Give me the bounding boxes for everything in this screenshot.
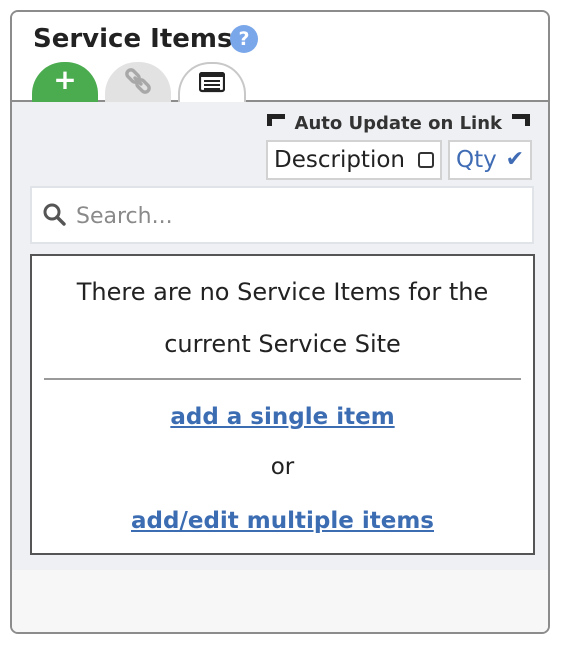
description-label: Description bbox=[274, 147, 405, 173]
empty-state-message: There are no Service Items for the curre… bbox=[76, 278, 489, 358]
add-single-item-link[interactable]: add a single item bbox=[32, 404, 533, 430]
search-box bbox=[30, 186, 534, 244]
qty-label: Qty bbox=[456, 147, 497, 173]
page-title: Service Items bbox=[33, 24, 233, 54]
tab-link[interactable] bbox=[105, 62, 171, 102]
panel-footer bbox=[12, 570, 548, 632]
checkmark-icon[interactable]: ✔ bbox=[506, 142, 524, 178]
auto-update-label: Auto Update on Link bbox=[266, 113, 530, 134]
link-icon bbox=[125, 68, 151, 94]
tab-list[interactable] bbox=[178, 62, 246, 102]
or-text: or bbox=[270, 454, 295, 480]
empty-state-box: There are no Service Items for the curre… bbox=[30, 254, 535, 555]
tab-add[interactable]: + bbox=[32, 62, 98, 102]
add-edit-multiple-items-link[interactable]: add/edit multiple items bbox=[32, 508, 533, 534]
panel-body: Auto Update on Link Description Qty ✔ Th… bbox=[12, 102, 548, 570]
list-icon bbox=[198, 71, 226, 93]
description-toggle[interactable]: Description bbox=[266, 140, 442, 180]
auto-update-text: Auto Update on Link bbox=[294, 113, 502, 134]
help-icon[interactable]: ? bbox=[230, 25, 258, 53]
panel-header: Service Items ? + bbox=[12, 12, 548, 102]
bracket-right-icon bbox=[512, 114, 530, 126]
service-items-panel: Service Items ? + Auto Update on Link De… bbox=[10, 10, 550, 634]
search-icon bbox=[43, 203, 66, 226]
bracket-left-icon bbox=[266, 114, 285, 126]
plus-icon: + bbox=[53, 63, 77, 96]
qty-toggle[interactable]: Qty ✔ bbox=[448, 140, 532, 180]
description-checkbox[interactable] bbox=[418, 152, 434, 168]
search-input[interactable] bbox=[74, 196, 518, 236]
divider bbox=[44, 378, 521, 380]
